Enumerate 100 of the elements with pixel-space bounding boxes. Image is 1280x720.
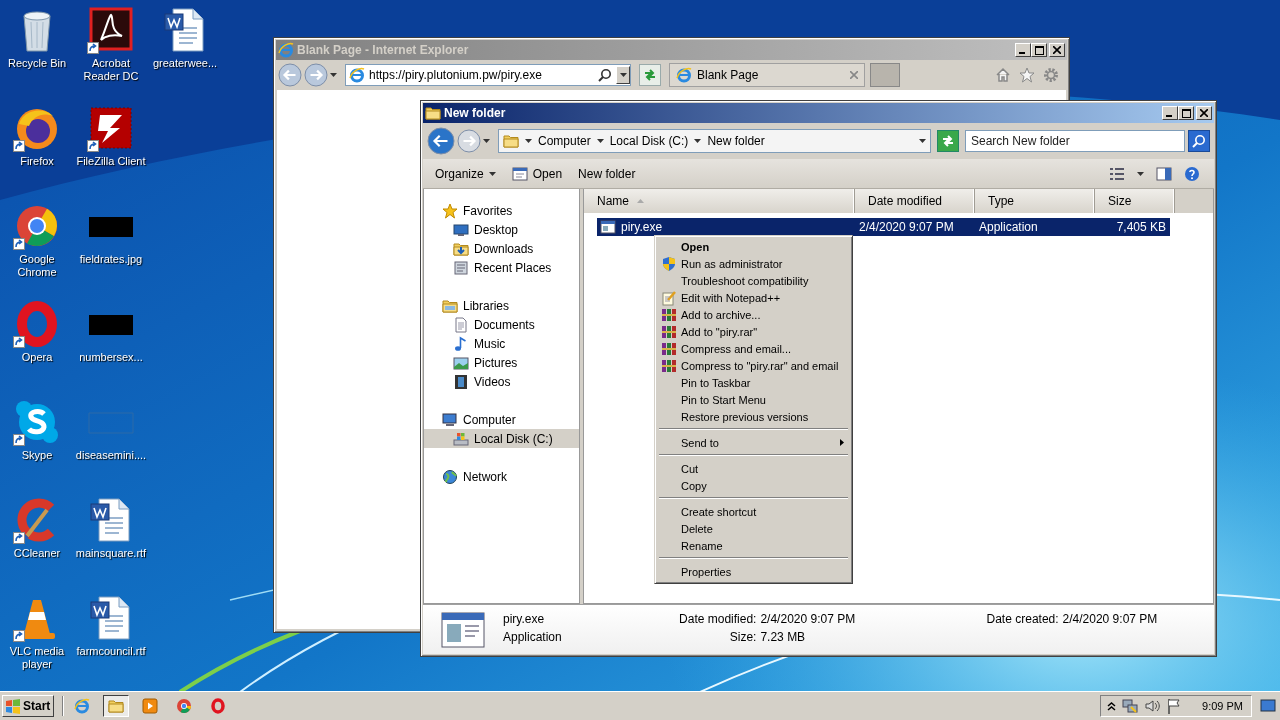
- taskbar-button[interactable]: [103, 695, 129, 717]
- maximize-button[interactable]: [1031, 43, 1047, 57]
- menu-item[interactable]: Edit with Notepad++: [658, 289, 849, 306]
- desktop-shortcut[interactable]: Acrobat Reader DC: [76, 6, 146, 83]
- file-row[interactable]: piry.exe 2/4/2020 9:07 PM Application 7,405 KB: [597, 218, 1170, 236]
- menu-item[interactable]: Delete: [658, 520, 849, 537]
- close-button[interactable]: [1049, 43, 1065, 57]
- column-header[interactable]: Type: [975, 189, 1095, 213]
- menu-item[interactable]: Create shortcut: [658, 503, 849, 520]
- close-button[interactable]: [1196, 106, 1212, 120]
- flag-icon: [1166, 698, 1183, 714]
- clock[interactable]: 9:09 PM: [1202, 700, 1243, 712]
- preview-pane-icon: [1156, 165, 1172, 182]
- nav-item[interactable]: Videos: [424, 372, 579, 391]
- film-icon: [453, 373, 469, 390]
- menu-item[interactable]: Pin to Taskbar: [658, 374, 849, 391]
- desktop-shortcut[interactable]: VLC media player: [2, 594, 72, 671]
- desktop-shortcut[interactable]: numbersex...: [76, 300, 146, 364]
- breadcrumb-item[interactable]: New folder: [707, 134, 765, 148]
- desktop-shortcut[interactable]: Opera: [2, 300, 72, 364]
- nav-item[interactable]: Network: [424, 467, 579, 486]
- archive-icon: [661, 323, 677, 340]
- music-note-icon: [453, 335, 469, 352]
- nav-item[interactable]: Downloads: [424, 239, 579, 258]
- search-icon: [1192, 134, 1206, 148]
- menu-item[interactable]: Compress and email...: [658, 340, 849, 357]
- menu-item[interactable]: Compress to "piry.rar" and email: [658, 357, 849, 374]
- field-value: 7.23 MB: [760, 629, 807, 646]
- menu-item[interactable]: Send to: [658, 434, 849, 451]
- breadcrumb-item[interactable]: Computer: [538, 134, 591, 148]
- shield-icon: [661, 255, 677, 272]
- refresh-button[interactable]: [937, 130, 959, 152]
- column-header[interactable]: Size: [1095, 189, 1175, 213]
- menu-item[interactable]: Cut: [658, 460, 849, 477]
- desktop-shortcut[interactable]: FileZilla Client: [76, 104, 146, 168]
- nav-item[interactable]: Computer: [424, 410, 579, 429]
- caret-icon: [596, 139, 604, 143]
- menu-item[interactable]: Troubleshoot compatibility: [658, 272, 849, 289]
- nav-item[interactable]: Desktop: [424, 220, 579, 239]
- column-header[interactable]: Date modified: [855, 189, 975, 213]
- search-field[interactable]: Search New folder: [965, 130, 1185, 152]
- menu-item[interactable]: Add to "piry.rar": [658, 323, 849, 340]
- menu-item[interactable]: Open: [658, 238, 849, 255]
- desktop-shortcut[interactable]: Google Chrome: [2, 202, 72, 279]
- address-bar[interactable]: Computer Local Disk (C:) New folder: [498, 129, 931, 153]
- monitor-icon: [453, 221, 469, 238]
- desktop-shortcut[interactable]: CCleaner: [2, 496, 72, 560]
- nav-item[interactable]: Music: [424, 334, 579, 353]
- desktop-shortcut[interactable]: Recycle Bin: [2, 6, 72, 70]
- home-icon: [995, 67, 1011, 83]
- help-icon: [1184, 165, 1200, 182]
- file-type: Application: [503, 629, 563, 646]
- breadcrumb-item[interactable]: Local Disk (C:): [609, 134, 689, 148]
- toolbar-button[interactable]: Open: [505, 161, 569, 186]
- desktop-shortcut[interactable]: farmcouncil.rtf: [76, 594, 146, 658]
- nav-item[interactable]: Documents: [424, 315, 579, 334]
- back-button[interactable]: [427, 127, 455, 155]
- forward-button[interactable]: [304, 63, 328, 87]
- address-field[interactable]: https://piry.plutonium.pw/piry.exe: [345, 64, 631, 86]
- ie-logo-icon: [676, 67, 692, 83]
- minimize-button[interactable]: [1015, 43, 1031, 57]
- maximize-button[interactable]: [1178, 106, 1194, 120]
- forward-button[interactable]: [457, 129, 481, 153]
- sort-arrow-icon: [637, 199, 644, 203]
- desktop-shortcut[interactable]: greaterwee...: [150, 6, 220, 70]
- date-modified: 2/4/2020 9:07 PM: [858, 220, 955, 234]
- nav-item[interactable]: Local Disk (C:): [424, 429, 579, 448]
- start-button[interactable]: Start: [2, 695, 54, 717]
- menu-item[interactable]: Properties: [658, 563, 849, 580]
- nav-item[interactable]: Libraries: [424, 296, 579, 315]
- show-hidden-icons-icon: [1107, 701, 1117, 711]
- toolbar-button[interactable]: New folder: [572, 161, 642, 186]
- desktop-shortcut[interactable]: diseasemini....: [76, 398, 146, 462]
- desktop-shortcut[interactable]: fieldrates.jpg: [76, 202, 146, 266]
- minimize-button[interactable]: [1162, 106, 1178, 120]
- desktop-shortcut[interactable]: Firefox: [2, 104, 72, 168]
- toolbar-button[interactable]: Organize: [429, 161, 502, 186]
- nav-item[interactable]: Pictures: [424, 353, 579, 372]
- menu-item[interactable]: Copy: [658, 477, 849, 494]
- desktop-shortcut[interactable]: Skype: [2, 398, 72, 462]
- application-icon: [600, 219, 616, 235]
- nav-item[interactable]: Favorites: [424, 201, 579, 220]
- speaker-icon: [1144, 698, 1161, 714]
- menu-item[interactable]: Run as administrator: [658, 255, 849, 272]
- nav-item[interactable]: Recent Places: [424, 258, 579, 277]
- browser-tab[interactable]: Blank Page: [669, 63, 865, 87]
- desktop-shortcut[interactable]: mainsquare.rtf: [76, 496, 146, 560]
- refresh-button[interactable]: [639, 64, 661, 86]
- close-icon: [850, 71, 858, 79]
- menu-item[interactable]: Pin to Start Menu: [658, 391, 849, 408]
- dropdown-caret-icon: [330, 73, 337, 77]
- search-button[interactable]: [1188, 130, 1210, 152]
- column-header[interactable]: Name: [584, 189, 855, 213]
- back-button[interactable]: [278, 63, 302, 87]
- browser-icon: [210, 698, 226, 714]
- dropdown-button[interactable]: [616, 66, 630, 84]
- menu-item[interactable]: Rename: [658, 537, 849, 554]
- network-icon: [1122, 698, 1139, 714]
- menu-item[interactable]: Restore previous versions: [658, 408, 849, 425]
- menu-item[interactable]: Add to archive...: [658, 306, 849, 323]
